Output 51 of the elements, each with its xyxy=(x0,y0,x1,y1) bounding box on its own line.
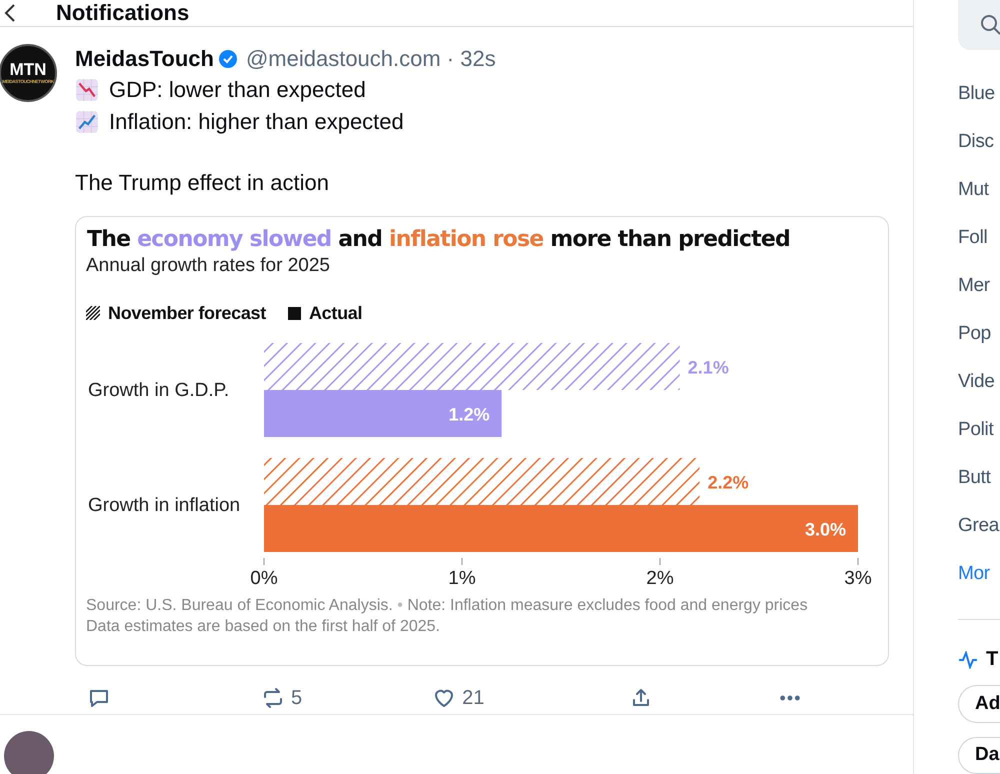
repost-button[interactable]: 5 xyxy=(261,686,302,710)
value-label: 3.0% xyxy=(804,520,846,540)
author-handle: @meidastouch.com · 32s xyxy=(246,46,496,72)
feed-link[interactable]: Mor xyxy=(958,550,1000,598)
feed-link[interactable]: Grea xyxy=(958,502,1000,550)
repost-icon xyxy=(261,686,285,710)
axis-tick-label: 0% xyxy=(250,568,278,589)
search-icon xyxy=(980,14,1000,36)
feed-link[interactable]: Polit xyxy=(958,406,1000,454)
avatar[interactable] xyxy=(4,731,54,774)
chart-source-note: Source: U.S. Bureau of Economic Analysis. • Note: Inflation measure excludes food and energy prices Data estimates are based on the first half of 2025. xyxy=(86,596,809,637)
page-title: Notifications xyxy=(56,0,190,26)
category-label: Growth in inflation xyxy=(88,495,240,516)
feed-link[interactable]: Foll xyxy=(958,214,1000,262)
feed-link[interactable]: Blue xyxy=(958,70,1000,118)
feed-link[interactable]: Butt xyxy=(958,454,1000,502)
search-field[interactable] xyxy=(958,0,1000,50)
chart-title: The economy slowed and inflation rose more than predicted xyxy=(87,227,791,252)
value-label: 2.2% xyxy=(708,472,749,492)
chart-subtitle: Annual growth rates for 2025 xyxy=(86,255,331,277)
feed-link[interactable]: Pop xyxy=(958,310,1000,358)
axis-tick-label: 2% xyxy=(646,568,674,589)
trending-topic-pill[interactable]: Ad xyxy=(958,685,1000,723)
category-label: Growth in G.D.P. xyxy=(88,380,230,401)
axis-tick-label: 3% xyxy=(844,568,872,589)
like-button[interactable]: 21 xyxy=(432,686,484,710)
section-title: T xyxy=(986,648,998,672)
chart-increasing-icon xyxy=(75,110,99,134)
feed-link[interactable]: Disc xyxy=(958,118,1000,166)
author-name[interactable]: MeidasTouch xyxy=(75,46,214,72)
legend-label: Actual xyxy=(308,302,362,324)
feed-link[interactable]: Mer xyxy=(958,262,1000,310)
trending-icon xyxy=(958,650,978,669)
post-text: The Trump effect in action xyxy=(75,170,330,197)
chart-decreasing-icon xyxy=(75,78,99,102)
hatched-swatch-icon xyxy=(86,306,100,320)
trending-topic-pill[interactable]: Da xyxy=(958,736,1000,774)
legend-label: November forecast xyxy=(108,302,266,324)
axis-tick-label: 1% xyxy=(448,568,476,589)
feed-link[interactable]: Mut xyxy=(958,166,1000,214)
back-icon[interactable] xyxy=(4,3,16,23)
post-text-line: Inflation: higher than expected xyxy=(109,109,404,135)
avatar-logo-text: MTN xyxy=(10,62,46,78)
more-icon xyxy=(780,695,800,701)
post-text-line: GDP: lower than expected xyxy=(109,77,366,103)
value-label: 1.2% xyxy=(448,404,490,424)
value-label: 2.1% xyxy=(688,358,729,378)
embedded-chart-card[interactable] xyxy=(75,216,889,666)
more-button[interactable] xyxy=(780,695,800,701)
solid-swatch-icon xyxy=(288,306,301,320)
feed-link[interactable]: Vide xyxy=(958,358,1000,406)
